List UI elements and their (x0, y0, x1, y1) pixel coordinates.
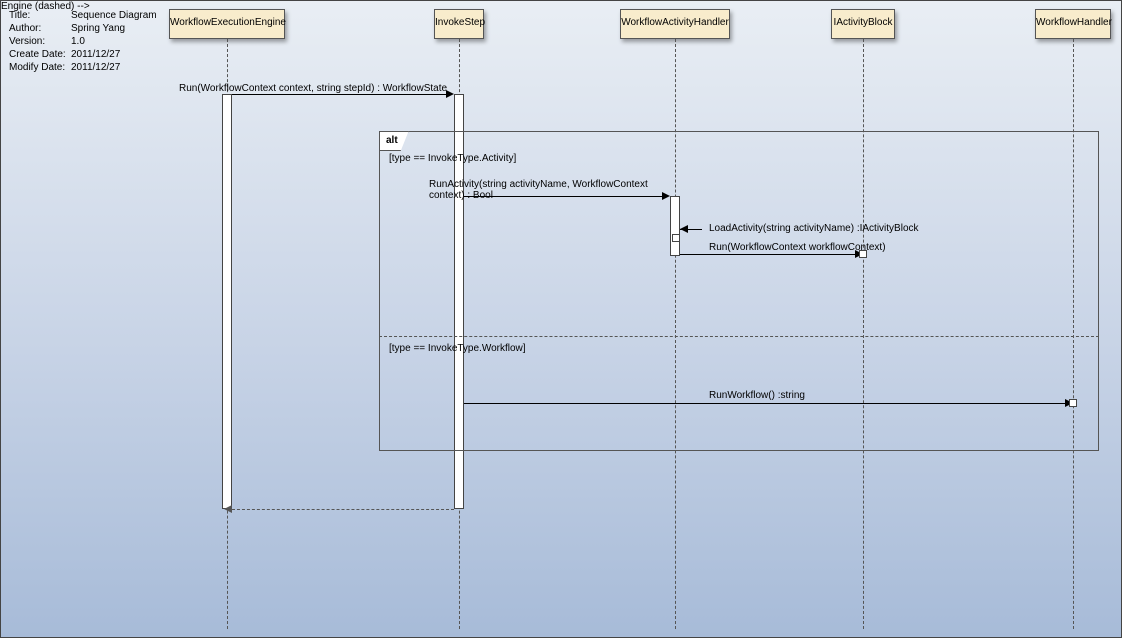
message-run-activity-label: RunActivity(string activityName, Workflo… (429, 179, 669, 201)
meta-title-label: Title: (9, 9, 71, 22)
alt-separator (379, 336, 1099, 337)
activation-workflow-execution-engine (222, 94, 232, 509)
lifeline-head-invoke-step: InvokeStep (434, 9, 484, 39)
alt-guard-activity: [type == InvokeType.Activity] (389, 153, 516, 164)
meta-modify: 2011/12/27 (71, 61, 120, 74)
message-run-workflow-label: RunWorkflow() :string (709, 390, 805, 401)
lifeline-head-workflow-handler: WorkflowHandler (1035, 9, 1111, 39)
message-run-activity-arrow (662, 192, 670, 200)
alt-guard-workflow: [type == InvokeType.Workflow] (389, 343, 526, 354)
return-arrow (224, 505, 232, 513)
run-workflow-exec-tick (1069, 399, 1077, 407)
lifeline-head-workflow-activity-handler: WorkflowActivityHandler (620, 9, 730, 39)
meta-version: 1.0 (71, 35, 85, 48)
message-load-activity-arrow (680, 225, 688, 233)
message-run-label: Run(WorkflowContext context, string step… (179, 83, 449, 94)
meta-author-label: Author: (9, 22, 71, 35)
message-run-arrow (446, 90, 454, 98)
lifeline-head-iactivity-block: IActivityBlock (831, 9, 895, 39)
run-context-exec-tick (859, 250, 867, 258)
message-run-workflow-line (464, 403, 1065, 404)
meta-author: Spring Yang (71, 22, 125, 35)
message-run-activity-line (464, 196, 662, 197)
message-load-activity-label: LoadActivity(string activityName) :IActi… (709, 223, 919, 234)
return-line (232, 509, 454, 510)
meta-create: 2011/12/27 (71, 48, 120, 61)
meta-create-label: Create Date: (9, 48, 71, 61)
sequence-diagram-canvas: Title:Sequence Diagram Author:Spring Yan… (0, 0, 1122, 638)
meta-title: Sequence Diagram (71, 9, 157, 22)
diagram-metadata: Title:Sequence Diagram Author:Spring Yan… (9, 9, 157, 74)
meta-version-label: Version: (9, 35, 71, 48)
message-run-context-line (680, 254, 855, 255)
message-run-line (232, 94, 446, 95)
load-activity-exec-tick (672, 234, 680, 242)
lifeline-head-workflow-execution-engine: WorkflowExecutionEngine (169, 9, 285, 39)
alt-fragment-tag: alt (379, 131, 409, 151)
meta-modify-label: Modify Date: (9, 61, 71, 74)
